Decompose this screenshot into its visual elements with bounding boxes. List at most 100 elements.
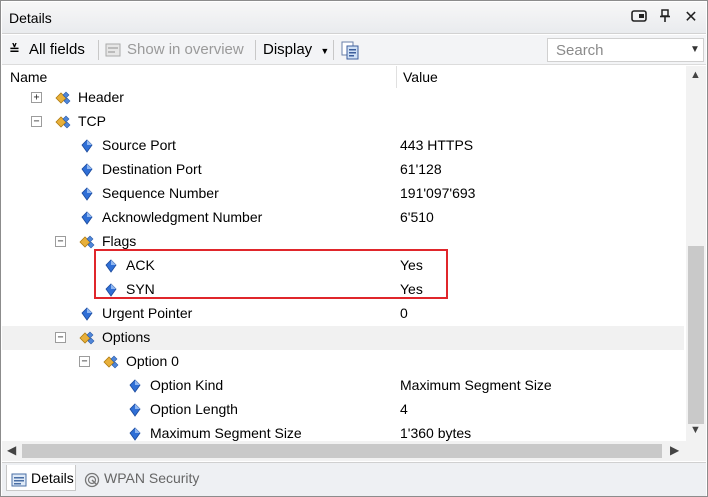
- pin-icon[interactable]: [656, 9, 674, 27]
- field-icon: [80, 138, 96, 154]
- tree-value: 61'128: [400, 161, 442, 177]
- wpan-security-icon: [84, 470, 100, 488]
- tab-strip: Details WPAN Security: [2, 462, 706, 496]
- tree-label: Acknowledgment Number: [102, 209, 263, 225]
- tree-label: Maximum Segment Size: [150, 425, 302, 441]
- tree-row-urgent-pointer[interactable]: Urgent Pointer 0: [2, 302, 684, 326]
- tree-label: Sequence Number: [102, 185, 219, 201]
- tab-wpan-security[interactable]: WPAN Security: [80, 465, 210, 491]
- tree-label: TCP: [78, 113, 106, 129]
- tree-label: SYN: [126, 281, 155, 297]
- horizontal-scrollbar[interactable]: ◀ ▶: [2, 441, 686, 461]
- show-in-overview-label: Show in overview: [127, 41, 244, 58]
- display-label: Display: [263, 41, 313, 58]
- tree-row-source-port[interactable]: Source Port 443 HTTPS: [2, 134, 684, 158]
- field-icon: [80, 162, 96, 178]
- copy-button[interactable]: [340, 40, 360, 60]
- toolbar-divider: [333, 40, 334, 60]
- collapse-icon[interactable]: −: [55, 332, 66, 343]
- group-icon: [78, 234, 95, 250]
- tab-details[interactable]: Details: [6, 465, 76, 491]
- name-column-header[interactable]: Name: [10, 69, 47, 85]
- details-tab-icon: [11, 470, 27, 487]
- group-icon: [78, 330, 95, 346]
- tree-value: 4: [400, 401, 408, 417]
- tree-value: 191'097'693: [400, 185, 476, 201]
- details-tree: + Header − TCP Source Port 443 HTTPS Des…: [2, 86, 684, 441]
- scroll-down-icon[interactable]: ▼: [690, 424, 701, 436]
- scrollbar-corner: [686, 441, 706, 461]
- overview-icon: [105, 43, 121, 57]
- field-icon: [128, 426, 144, 442]
- tree-value: Maximum Segment Size: [400, 377, 552, 393]
- tree-value: 1'360 bytes: [400, 425, 472, 441]
- scroll-right-icon[interactable]: ▶: [670, 443, 679, 457]
- tree-label: Option 0: [126, 353, 179, 369]
- tree-value: Yes: [400, 257, 423, 273]
- field-icon: [104, 282, 120, 298]
- display-dropdown[interactable]: Display ▼: [263, 40, 329, 60]
- field-icon: [80, 210, 96, 226]
- tree-row-option-kind[interactable]: Option Kind Maximum Segment Size: [2, 374, 684, 398]
- float-window-icon[interactable]: [630, 9, 648, 27]
- tree-value: 6'510: [400, 209, 434, 225]
- tree-row-sequence-number[interactable]: Sequence Number 191'097'693: [2, 182, 684, 206]
- collapse-icon[interactable]: −: [55, 236, 66, 247]
- scroll-left-icon[interactable]: ◀: [7, 443, 16, 457]
- tree-label: Header: [78, 89, 124, 105]
- title-bar: Details ✕: [2, 2, 706, 34]
- tree-label: ACK: [126, 257, 155, 273]
- scroll-thumb[interactable]: [688, 246, 704, 424]
- collapse-icon[interactable]: −: [79, 356, 90, 367]
- group-icon: [102, 354, 119, 370]
- tree-row-option-0[interactable]: − Option 0: [2, 350, 684, 374]
- collapse-all-icon[interactable]: ≚: [9, 40, 20, 60]
- field-icon: [128, 378, 144, 394]
- tree-value: Yes: [400, 281, 423, 297]
- group-icon: [54, 114, 71, 130]
- field-icon: [80, 306, 96, 322]
- scroll-up-icon[interactable]: ▲: [690, 69, 701, 81]
- tree-row-option-length[interactable]: Option Length 4: [2, 398, 684, 422]
- tree-row-syn[interactable]: SYN Yes: [2, 278, 684, 302]
- tree-label: Option Kind: [150, 377, 224, 393]
- details-window: Details ✕ ≚ All fields Show in overview …: [0, 0, 708, 497]
- tree-label: Destination Port: [102, 161, 202, 177]
- expand-icon[interactable]: +: [31, 92, 42, 103]
- tab-label: WPAN Security: [104, 470, 200, 486]
- tree-row-ack[interactable]: ACK Yes: [2, 254, 684, 278]
- field-icon: [104, 258, 120, 274]
- search-input[interactable]: [547, 38, 704, 62]
- tree-row-header[interactable]: + Header: [2, 86, 684, 110]
- group-icon: [54, 90, 71, 106]
- window-title: Details: [9, 10, 52, 26]
- tree-row-destination-port[interactable]: Destination Port 61'128: [2, 158, 684, 182]
- tree-row-options[interactable]: − Options: [2, 326, 684, 350]
- column-header: Name Value: [2, 66, 686, 88]
- tree-row-acknowledgment-number[interactable]: Acknowledgment Number 6'510: [2, 206, 684, 230]
- toolbar-divider: [255, 40, 256, 60]
- vertical-scrollbar[interactable]: ▲ ▼: [686, 66, 706, 441]
- search-dropdown-icon[interactable]: ▼: [690, 44, 700, 55]
- collapse-icon[interactable]: −: [31, 116, 42, 127]
- tree-row-flags[interactable]: − Flags: [2, 230, 684, 254]
- field-icon: [128, 402, 144, 418]
- tree-label: Urgent Pointer: [102, 305, 193, 321]
- copy-icon: [341, 41, 359, 60]
- tree-label: Option Length: [150, 401, 238, 417]
- scroll-thumb[interactable]: [22, 444, 662, 458]
- tree-label: Options: [102, 329, 151, 345]
- toolbar: ≚ All fields Show in overview Display ▼ …: [2, 35, 706, 65]
- toolbar-divider: [98, 40, 99, 60]
- all-fields-button[interactable]: All fields: [29, 40, 85, 60]
- tab-label: Details: [31, 470, 74, 486]
- field-icon: [80, 186, 96, 202]
- tree-label: Source Port: [102, 137, 176, 153]
- tree-value: 443 HTTPS: [400, 137, 474, 153]
- value-column-header[interactable]: Value: [403, 69, 438, 85]
- tree-label: Flags: [102, 233, 137, 249]
- close-icon[interactable]: ✕: [682, 9, 700, 27]
- tree-row-tcp[interactable]: − TCP: [2, 110, 684, 134]
- column-divider[interactable]: [396, 66, 397, 88]
- tree-value: 0: [400, 305, 408, 321]
